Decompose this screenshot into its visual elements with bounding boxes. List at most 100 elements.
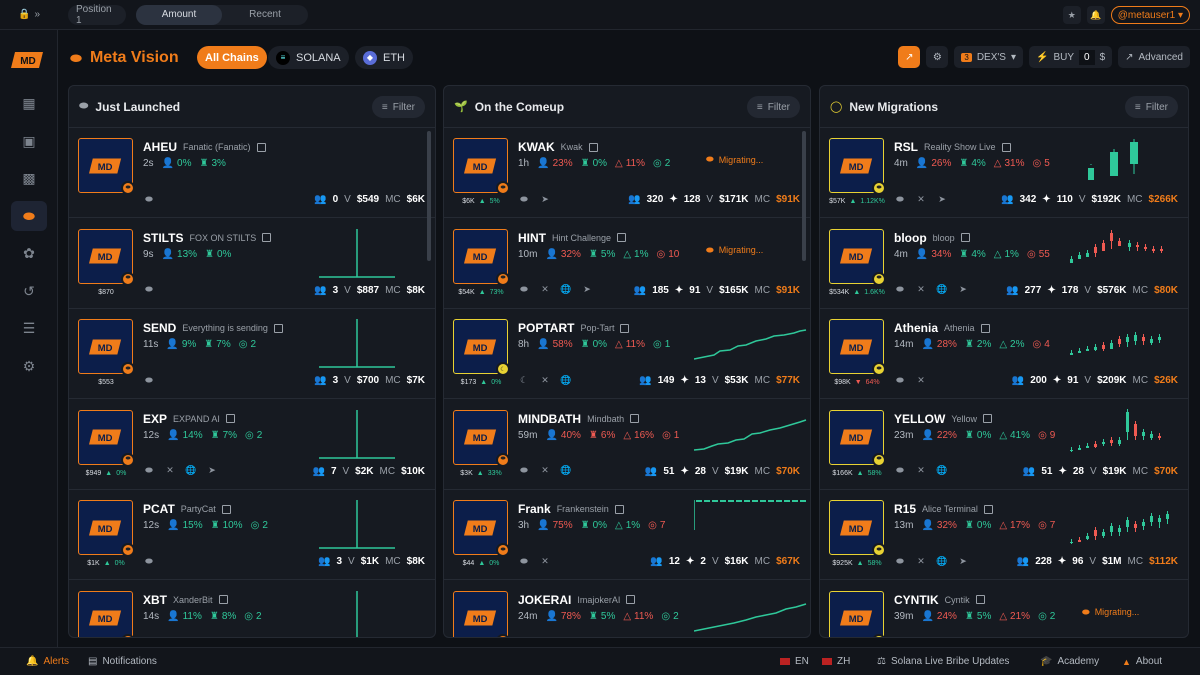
token-row[interactable]: MD ⬬ $3K ▲ 33% MINDBATH Mindbath 59m 👤 40% ♜ 6… bbox=[444, 400, 810, 490]
bribe-link[interactable]: ⚖ Solana Live Bribe Updates bbox=[877, 656, 1009, 667]
globe-icon[interactable]: 🌐 bbox=[936, 555, 948, 567]
telegram-icon[interactable]: ➤ bbox=[957, 284, 969, 296]
token-row[interactable]: MD ⬬ $166K ▲ 58% YELLOW Yellow 23m 👤 22% ♜ 0% △… bbox=[820, 400, 1188, 490]
copy-icon[interactable] bbox=[218, 595, 228, 604]
buy-amount-input[interactable]: 0 bbox=[1079, 49, 1095, 65]
copy-icon[interactable] bbox=[620, 323, 630, 333]
bell-icon[interactable]: 🔔 bbox=[1086, 6, 1105, 24]
network-icon[interactable]: ✿ bbox=[11, 238, 47, 268]
chart-view-icon[interactable]: ↗ bbox=[898, 46, 921, 68]
token-avatar[interactable]: MD ⬬ bbox=[453, 500, 510, 557]
telegram-icon[interactable]: ➤ bbox=[539, 193, 551, 205]
settings-icon[interactable]: ⚙ bbox=[11, 351, 47, 381]
telegram-icon[interactable]: ➤ bbox=[206, 465, 218, 477]
moon-icon[interactable]: ☾ bbox=[518, 374, 530, 386]
token-avatar[interactable]: MD ⬬ bbox=[453, 228, 510, 286]
token-avatar[interactable]: MD ⬬ bbox=[829, 138, 886, 195]
token-row[interactable]: MD ⬬ $6K ▲ 5% KWAK Kwak 1h 👤 23% ♜ 0% △ 11% ◎ 2 ⬬ M… bbox=[444, 128, 810, 218]
x-icon[interactable]: ✕ bbox=[915, 284, 927, 296]
copy-icon[interactable] bbox=[225, 414, 235, 423]
chain-eth[interactable]: ◆ ETH bbox=[355, 46, 413, 69]
user-menu[interactable]: @metauser1 ▾ bbox=[1110, 6, 1190, 24]
token-avatar[interactable]: MD ⬬ bbox=[453, 409, 510, 467]
globe-icon[interactable]: 🌐 bbox=[936, 465, 948, 477]
notifications-link[interactable]: ▤ Notifications bbox=[88, 656, 157, 667]
globe-icon[interactable]: 🌐 bbox=[185, 465, 197, 477]
tab-amount[interactable]: Amount bbox=[136, 4, 222, 25]
history-icon[interactable]: ↺ bbox=[11, 276, 47, 306]
pill-icon[interactable]: ⬬ bbox=[894, 555, 906, 567]
token-row[interactable]: MD ⬬ CYNTIK Cyntik 39m 👤24% ♜5% △21% ◎2 ⬬Mig… bbox=[820, 581, 1188, 637]
layers-icon[interactable]: ☰ bbox=[11, 313, 47, 343]
advanced-button[interactable]: ↗ Advanced bbox=[1118, 46, 1190, 68]
x-icon[interactable]: ✕ bbox=[915, 193, 927, 205]
globe-icon[interactable]: 🌐 bbox=[936, 284, 948, 296]
copy-icon[interactable] bbox=[221, 504, 231, 514]
filter-button[interactable]: ≡ Filter bbox=[371, 96, 425, 118]
token-row[interactable]: MD ⬬ $98K ▼ 64% Athenia Athenia 14m 👤 28% ♜ 2%… bbox=[820, 309, 1188, 399]
globe-icon[interactable]: 🌐 bbox=[560, 374, 572, 386]
pill-icon[interactable]: ⬬ bbox=[143, 465, 155, 477]
counter-icon[interactable]: ▩ bbox=[11, 163, 47, 193]
token-avatar[interactable]: MD ☾ bbox=[453, 319, 510, 376]
pill-icon[interactable]: ⬬ bbox=[143, 284, 155, 296]
copy-icon[interactable] bbox=[617, 233, 627, 242]
pill-icon[interactable]: ⬬ bbox=[894, 284, 906, 296]
star-icon[interactable]: ★ bbox=[1062, 6, 1081, 24]
lang-zh[interactable]: ZH bbox=[822, 656, 850, 667]
x-icon[interactable]: ✕ bbox=[539, 465, 551, 477]
token-avatar[interactable]: MD ⬬ bbox=[829, 590, 886, 637]
token-row[interactable]: MD ⬬ $44 ▲ 0% Frank Frankenstein 3h 👤 75% ♜ 0%… bbox=[444, 490, 810, 580]
token-avatar[interactable]: MD ⬬ bbox=[829, 228, 886, 286]
alerts-link[interactable]: 🔔 Alerts bbox=[26, 656, 69, 667]
pill-icon[interactable]: ⬬ bbox=[894, 465, 906, 477]
copy-icon[interactable] bbox=[262, 233, 272, 242]
scrollbar[interactable] bbox=[802, 131, 806, 261]
chain-solana[interactable]: ≡ SOLANA bbox=[268, 46, 349, 69]
dex-select[interactable]: 3 DEX'S ▾ bbox=[954, 46, 1023, 68]
token-avatar[interactable]: MD ⬬ bbox=[78, 590, 135, 637]
token-row[interactable]: MD ☾ $173 ▲ 0% POPTART Pop-Tart 8h 👤 58% ♜ 0% △… bbox=[444, 309, 810, 399]
token-avatar[interactable]: MD ⬬ bbox=[78, 409, 135, 467]
copy-icon[interactable] bbox=[614, 504, 624, 514]
lock-toggle[interactable]: 🔒 » bbox=[0, 9, 58, 20]
token-avatar[interactable]: MD ⬬ bbox=[829, 500, 886, 557]
x-icon[interactable]: ✕ bbox=[539, 374, 551, 386]
settings-icon[interactable]: ⚙ bbox=[926, 46, 949, 68]
telegram-icon[interactable]: ➤ bbox=[936, 193, 948, 205]
telegram-icon[interactable]: ➤ bbox=[957, 555, 969, 567]
copy-icon[interactable] bbox=[983, 504, 993, 514]
pill-icon[interactable]: ⬬ bbox=[143, 374, 155, 386]
token-avatar[interactable]: MD ⬬ bbox=[78, 319, 135, 376]
pill-icon[interactable]: ⬬ bbox=[518, 465, 530, 477]
globe-icon[interactable]: 🌐 bbox=[560, 465, 572, 477]
copy-icon[interactable] bbox=[1001, 142, 1011, 152]
filter-button[interactable]: ≡ Filter bbox=[1124, 96, 1178, 118]
chain-all[interactable]: All Chains bbox=[197, 46, 267, 69]
pill-icon[interactable]: ⬬ bbox=[894, 193, 906, 205]
pill-icon[interactable]: ⬬ bbox=[11, 201, 47, 231]
x-icon[interactable]: ✕ bbox=[539, 555, 551, 567]
token-row[interactable]: MD ⬬ $925K ▲ 58% R15 Alice Terminal 13m 👤 32… bbox=[820, 490, 1188, 580]
token-row[interactable]: MD ⬬ XBT XanderBit 14s 👤11% ♜8% ◎2 bbox=[69, 581, 435, 637]
token-avatar[interactable]: MD ⬬ bbox=[78, 138, 135, 195]
token-avatar[interactable]: MD ⬬ bbox=[829, 319, 886, 376]
pill-icon[interactable]: ⬬ bbox=[518, 555, 530, 567]
x-icon[interactable]: ✕ bbox=[915, 374, 927, 386]
pill-icon[interactable]: ⬬ bbox=[143, 555, 155, 567]
pill-icon[interactable]: ⬬ bbox=[518, 193, 530, 205]
copy-icon[interactable] bbox=[983, 414, 993, 423]
token-row[interactable]: MD ⬬ $534K ▲ 1.6K% bloop bloop 4m 👤 34% ♜ 4% △ 1… bbox=[820, 219, 1188, 309]
copy-icon[interactable] bbox=[588, 142, 598, 152]
globe-icon[interactable]: 🌐 bbox=[560, 284, 572, 296]
lang-en[interactable]: EN bbox=[780, 656, 809, 667]
x-icon[interactable]: ✕ bbox=[164, 465, 176, 477]
telegram-icon[interactable]: ➤ bbox=[581, 284, 593, 296]
dashboard-icon[interactable]: ▦ bbox=[11, 88, 47, 118]
copy-icon[interactable] bbox=[256, 142, 266, 152]
about-link[interactable]: ▲ About bbox=[1122, 656, 1162, 667]
token-row[interactable]: MD ⬬ $1K ▲ 0% PCAT PartyCat 12s 👤 15% ♜ 10% ◎ 2 … bbox=[69, 490, 435, 580]
copy-icon[interactable] bbox=[980, 323, 990, 333]
copy-icon[interactable] bbox=[273, 323, 283, 333]
copy-icon[interactable] bbox=[630, 414, 640, 423]
